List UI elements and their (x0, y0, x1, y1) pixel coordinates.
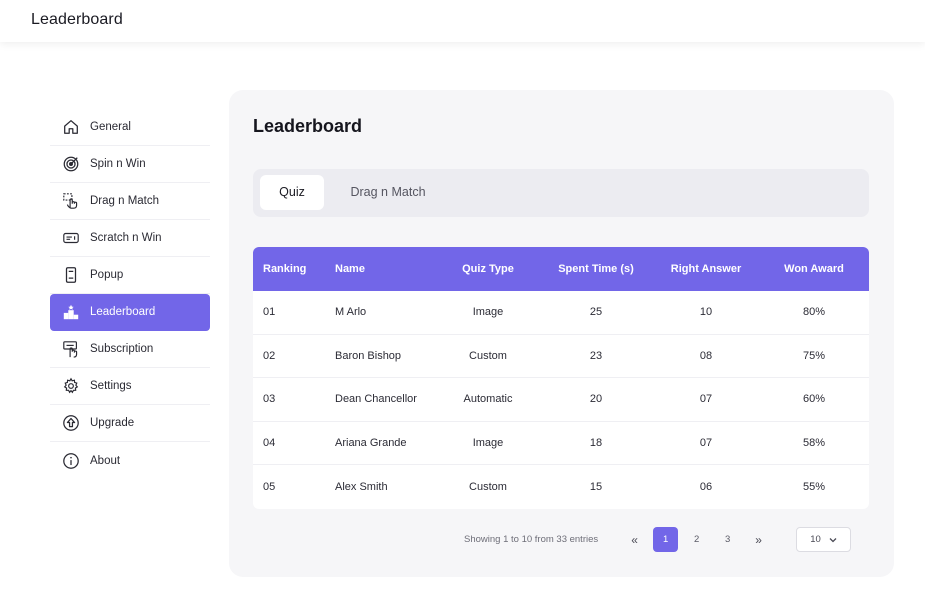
top-bar: Leaderboard (0, 0, 925, 42)
ticket-icon (62, 229, 80, 247)
phone-icon (62, 266, 80, 284)
sidebar-item-label: Drag n Match (90, 195, 160, 207)
sidebar-item-label: Subscription (90, 343, 154, 355)
page-title: Leaderboard (253, 116, 363, 136)
right-answer-cell: 07 (699, 436, 713, 449)
sidebar-item-about[interactable]: About (50, 442, 210, 479)
table-row[interactable]: 01 M Arlo Image 25 10 80% (253, 291, 869, 335)
info-icon (62, 452, 80, 470)
sidebar-item-upgrade[interactable]: Upgrade (50, 405, 210, 442)
quiz-type-cell: Image (472, 306, 504, 319)
column-header-won-award[interactable]: Won Award (764, 247, 864, 291)
quiz-type-cell: Image (472, 436, 504, 449)
column-header-spent-time[interactable]: Spent Time (s) (546, 247, 646, 291)
spent-time-cell: 15 (589, 480, 603, 493)
target-icon (62, 155, 80, 173)
sidebar-item-label: Leaderboard (90, 306, 156, 318)
sidebar-item-label: Scratch n Win (90, 232, 162, 244)
app-title: Leaderboard (31, 11, 123, 28)
spent-time-cell: 25 (589, 306, 603, 319)
pagination: Showing 1 to 10 from 33 entries « 1 2 3 … (464, 527, 777, 552)
sidebar-item-leaderboard[interactable]: Leaderboard (50, 294, 210, 331)
podium-icon (62, 303, 80, 321)
per-page-select[interactable]: 10 (796, 527, 851, 552)
won-award-cell: 55% (802, 480, 826, 493)
sidebar-item-scratch-n-win[interactable]: Scratch n Win (50, 220, 210, 257)
first-page-button[interactable]: « (622, 527, 647, 552)
won-award-cell: 75% (802, 349, 826, 362)
leaderboard-panel: Leaderboard Quiz Drag n Match Ranking Na… (229, 90, 894, 577)
ranking-cell: 02 (263, 349, 276, 362)
sidebar-item-label: Upgrade (90, 417, 135, 429)
drag-hand-icon (62, 192, 80, 210)
tab-drag-n-match[interactable]: Drag n Match (339, 175, 437, 210)
ranking-cell: 03 (263, 393, 276, 406)
sidebar-item-drag-n-match[interactable]: Drag n Match (50, 183, 210, 220)
name-cell: Alex Smith (335, 480, 388, 493)
ranking-cell: 04 (263, 436, 276, 449)
page-1-button[interactable]: 1 (653, 527, 679, 552)
right-answer-cell: 10 (699, 306, 713, 319)
sidebar-item-popup[interactable]: Popup (50, 257, 210, 294)
right-answer-cell: 08 (699, 349, 713, 362)
click-icon (62, 340, 80, 358)
column-header-ranking[interactable]: Ranking (263, 247, 306, 291)
quiz-type-cell: Automatic (463, 393, 513, 406)
sidebar-item-label: Spin n Win (90, 158, 146, 170)
pagination-info: Showing 1 to 10 from 33 entries (464, 534, 599, 545)
name-cell: M Arlo (335, 306, 367, 319)
table-row[interactable]: 03 Dean Chancellor Automatic 20 07 60% (253, 378, 869, 422)
page-3-button[interactable]: 3 (715, 527, 740, 552)
leaderboard-table: Ranking Name Quiz Type Spent Time (s) Ri… (253, 247, 869, 509)
sidebar: General Spin n Win Drag n Match Scratch … (50, 109, 210, 479)
home-icon (62, 118, 80, 136)
ranking-cell: 01 (263, 306, 276, 319)
sidebar-item-settings[interactable]: Settings (50, 368, 210, 405)
column-header-right-answer[interactable]: Right Answer (656, 247, 756, 291)
column-header-name[interactable]: Name (335, 247, 365, 291)
right-answer-cell: 07 (699, 393, 713, 406)
name-cell: Baron Bishop (335, 349, 402, 362)
right-answer-cell: 06 (699, 480, 713, 493)
spent-time-cell: 23 (589, 349, 603, 362)
sidebar-item-spin-n-win[interactable]: Spin n Win (50, 146, 210, 183)
ranking-cell: 05 (263, 480, 276, 493)
won-award-cell: 60% (802, 393, 826, 406)
sidebar-item-label: About (90, 454, 121, 467)
column-header-quiz-type[interactable]: Quiz Type (443, 247, 533, 291)
sidebar-item-label: General (90, 121, 131, 133)
chevron-down-icon (829, 537, 837, 543)
page-2-button[interactable]: 2 (684, 527, 709, 552)
won-award-cell: 80% (802, 306, 826, 319)
sidebar-item-label: Settings (90, 380, 132, 392)
table-header: Ranking Name Quiz Type Spent Time (s) Ri… (253, 247, 869, 291)
quiz-type-cell: Custom (469, 349, 507, 362)
upgrade-icon (62, 414, 80, 432)
spent-time-cell: 20 (589, 393, 603, 406)
last-page-button[interactable]: » (746, 527, 771, 552)
spent-time-cell: 18 (589, 436, 603, 449)
table-row[interactable]: 02 Baron Bishop Custom 23 08 75% (253, 335, 869, 378)
sidebar-item-general[interactable]: General (50, 109, 210, 146)
sidebar-item-label: Popup (90, 269, 124, 281)
table-row[interactable]: 04 Ariana Grande Image 18 07 58% (253, 422, 869, 465)
won-award-cell: 58% (802, 436, 826, 449)
quiz-type-cell: Custom (469, 480, 507, 493)
name-cell: Dean Chancellor (335, 393, 417, 406)
tab-quiz[interactable]: Quiz (260, 175, 324, 210)
tab-bar: Quiz Drag n Match (253, 169, 869, 217)
per-page-value: 10 (810, 534, 821, 545)
gear-icon (62, 377, 80, 395)
table-row[interactable]: 05 Alex Smith Custom 15 06 55% (253, 465, 869, 509)
name-cell: Ariana Grande (335, 436, 407, 449)
sidebar-item-subscription[interactable]: Subscription (50, 331, 210, 368)
